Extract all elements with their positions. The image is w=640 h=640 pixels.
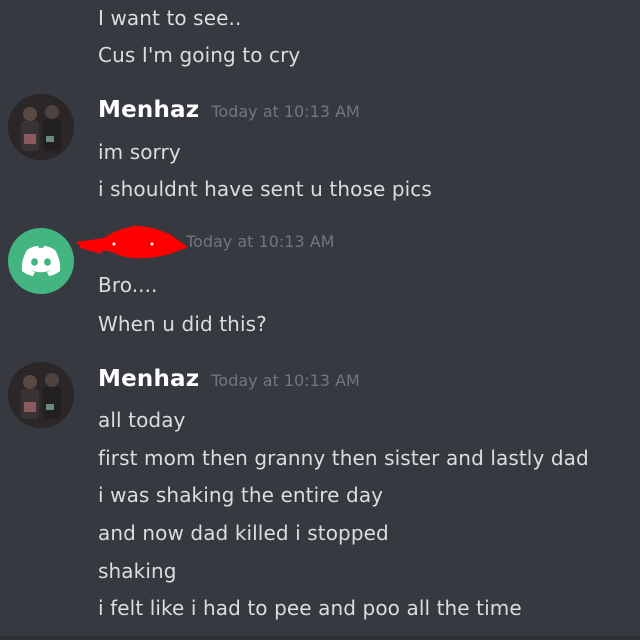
message-header: Menhaz Today at 10:13 AM xyxy=(98,366,360,398)
message-text: first mom then granny then sister and la… xyxy=(98,446,589,470)
user-avatar[interactable] xyxy=(8,94,74,160)
timestamp[interactable]: Today at 10:13 AM xyxy=(211,371,359,390)
user-avatar[interactable] xyxy=(8,362,74,428)
redaction-scribble xyxy=(76,224,188,259)
message-text: i was shaking the entire day xyxy=(98,483,384,507)
timestamp[interactable]: Today at 10:13 AM xyxy=(211,102,359,121)
message-text: and now dad killed i stopped xyxy=(98,521,389,545)
message-text: all today xyxy=(98,408,186,432)
message-text: Cus I'm going to cry xyxy=(98,43,301,67)
author-name[interactable]: Menhaz xyxy=(98,97,199,123)
user-photo-icon xyxy=(8,362,74,428)
timestamp[interactable]: Today at 10:13 AM xyxy=(186,232,334,251)
message-text: i shouldnt have sent u those pics xyxy=(98,177,432,201)
message-header: Menhaz Today at 10:13 AM xyxy=(98,97,360,129)
message-text: shaking xyxy=(98,559,177,583)
message-text: When u did this? xyxy=(98,312,267,336)
message-text: I want to see.. xyxy=(98,6,242,30)
message-text: i felt like i had to pee and poo all the… xyxy=(98,596,522,620)
message-text: im sorry xyxy=(98,140,181,164)
user-photo-icon xyxy=(8,94,74,160)
discord-default-avatar[interactable] xyxy=(8,228,74,294)
message-text: Bro.... xyxy=(98,273,158,297)
discord-logo-icon xyxy=(21,246,61,276)
bottom-divider xyxy=(0,636,640,640)
author-name[interactable]: Menhaz xyxy=(98,366,199,392)
